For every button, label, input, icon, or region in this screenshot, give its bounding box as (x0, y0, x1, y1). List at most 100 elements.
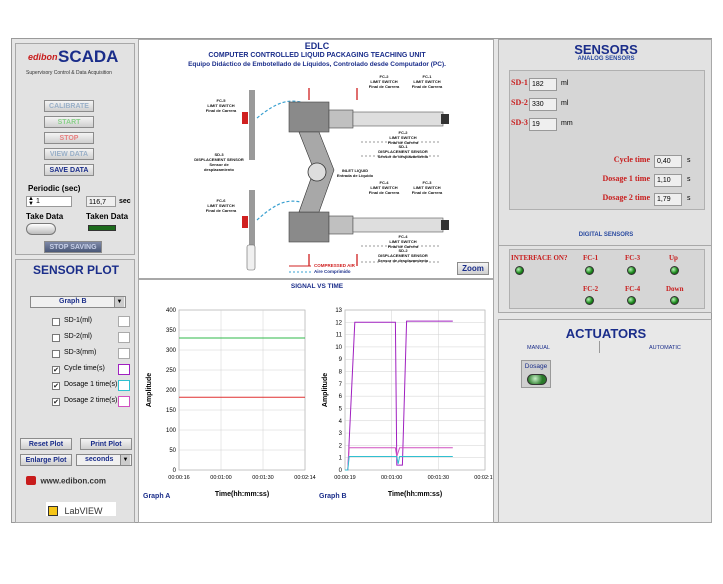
x-tick-label: 00:01:30 (252, 475, 273, 481)
label-fc2-top: FC-2 LIMIT SWITCH Final de Carrera (368, 74, 400, 89)
chevron-down-icon[interactable]: ▼ (120, 455, 130, 465)
legend-swatch-cycle (118, 364, 130, 375)
dosage2-time-label: Dosage 2 time (602, 193, 650, 202)
actuators-tab-manual[interactable]: MANUAL (527, 345, 550, 351)
stepper-arrows-icon[interactable]: ▲ ▼ (28, 196, 34, 207)
y-tick-label: 0 (339, 468, 343, 474)
label-inlet: INLET LIQUID Entrada de Líquido (336, 168, 374, 178)
lower-valve-block (288, 211, 330, 243)
dosage2-time-value: 1,79 (654, 193, 682, 206)
graph-select[interactable]: Graph B ▼ (30, 296, 126, 308)
y-tick-label: 50 (169, 448, 176, 454)
stop-button[interactable]: STOP (44, 132, 94, 144)
units-select[interactable]: seconds ▼ (76, 454, 132, 466)
fc2-label: FC-2 (583, 285, 599, 293)
analog-sensors-subtitle: ANALOG SENSORS (577, 56, 635, 62)
enlarge-plot-button[interactable]: Enlarge Plot (20, 454, 72, 466)
labview-label: LabVIEW (64, 505, 103, 516)
dosage1-time-label: Dosage 1 time (602, 174, 650, 183)
actuators-tab-automatic[interactable]: AUTOMATIC (649, 345, 681, 351)
y-tick-label: 6 (339, 394, 343, 400)
y-tick-label: 250 (166, 368, 177, 374)
legend-label-sd1: SD-1(ml) (64, 317, 92, 324)
fc1-led (585, 266, 594, 275)
cycle-time-unit: s (687, 157, 691, 164)
bottle (246, 244, 256, 271)
taken-data-indicator (88, 225, 116, 231)
fc2-led (585, 296, 594, 305)
legend-checkbox-sd1[interactable] (52, 318, 60, 326)
legend-air-es-label: Aire Comprimido (314, 269, 351, 274)
zoom-button[interactable]: Zoom (457, 262, 489, 275)
y-tick-label: 7 (339, 382, 343, 388)
dosage-control[interactable]: Dosage (521, 360, 551, 388)
dosage-label: Dosage (524, 363, 548, 370)
interface-on-label: INTERFACE ON? (511, 254, 568, 262)
inlet-port (307, 162, 327, 182)
sd1-label: SD-1 (511, 78, 528, 87)
logo-product: SCADA (58, 47, 119, 66)
label-fc5: FC-5 LIMIT SWITCH Final de Carrera (205, 98, 237, 113)
y-tick-label: 9 (339, 357, 343, 363)
x-tick-label: 00:02:17 (474, 475, 493, 481)
legend-checkbox-cycle[interactable]: ✔ (52, 366, 60, 374)
periodic-value: 1 (36, 198, 40, 205)
legend-label-dosage2: Dosage 2 time(s) (64, 397, 118, 404)
y-tick-label: 150 (166, 408, 177, 414)
reset-plot-button[interactable]: Reset Plot (20, 438, 72, 450)
x-tick-label: 00:01:00 (210, 475, 231, 481)
save-data-button[interactable]: SAVE DATA (44, 164, 94, 176)
left-column (249, 90, 255, 160)
y-tick-label: 10 (335, 345, 342, 351)
legend-checkbox-dosage1[interactable]: ✔ (52, 382, 60, 390)
calibrate-button[interactable]: CALIBRATE (44, 100, 94, 112)
legend-checkbox-dosage2[interactable]: ✔ (52, 398, 60, 406)
legend-swatch-dosage1 (118, 380, 130, 391)
dosage1-time-value: 1,10 (654, 174, 682, 187)
chevron-down-icon[interactable]: ▼ (114, 297, 124, 307)
y-tick-label: 400 (166, 308, 177, 314)
chart-title: Graph B (319, 493, 347, 500)
logo-tagline: Supervisory Control & Data Acquisition (26, 70, 112, 76)
stop-saving-button[interactable]: STOP SAVING (44, 241, 102, 253)
take-data-toggle[interactable] (26, 223, 56, 235)
graph-b-chart: 01234567891011121300:00:19 00:01:00 00:01:… (319, 308, 493, 500)
y-tick-label: 13 (335, 308, 342, 314)
labview-icon (48, 505, 58, 516)
legend-swatch-sd1 (118, 316, 130, 327)
label-fc4-top: FC-4 LIMIT SWITCH Final de Carrera (368, 180, 400, 195)
print-plot-button[interactable]: Print Plot (80, 438, 132, 450)
view-data-button[interactable]: VIEW DATA (44, 148, 94, 160)
scada-window: edibon SCADA Supervisory Control & Data … (11, 38, 712, 523)
legend-checkbox-sd2[interactable] (52, 334, 60, 342)
graph-a-chart: 0 50 100 150 200 250 300 350 400 00:00:16 00:01:00… (143, 308, 316, 500)
legend-swatch-dosage2 (118, 396, 130, 407)
actuators-title: ACTUATORS (565, 326, 647, 341)
y-tick-label: 4 (339, 419, 343, 425)
cycle-time-label: Cycle time (613, 155, 650, 164)
analog-area (509, 70, 705, 210)
sd3-value: 19 (529, 118, 557, 131)
sensors-panel: SENSORS ANALOG SENSORS SD-1 182 ml SD-2 … (498, 39, 712, 259)
start-button[interactable]: START (44, 116, 94, 128)
legend-checkbox-sd3[interactable] (52, 350, 60, 358)
interface-led (515, 266, 524, 275)
upper-cylinder-end (441, 114, 449, 124)
logo: edibon SCADA Supervisory Control & Data … (26, 47, 126, 80)
sd2-unit: ml (561, 100, 569, 107)
units-select-value: seconds (85, 456, 114, 463)
fc1-label: FC-1 (583, 254, 599, 262)
y-tick-label: 8 (339, 370, 343, 376)
dosage-toggle[interactable] (527, 374, 547, 385)
y-tick-label: 11 (336, 333, 343, 339)
y-tick-label: 100 (166, 428, 177, 434)
signal-panel: SIGNAL VS TIME 0 50 100 150 200 250 300 350 400 0… (138, 279, 494, 523)
periodic-stepper[interactable]: ▲ ▼ 1 (26, 196, 72, 207)
legend-list: SD-1(ml) SD-2(ml) SD-3(mm) ✔ Cycle time(… (18, 312, 136, 408)
sensors-title: SENSORS (574, 42, 638, 57)
sensor-plot-title: SENSOR PLOT (32, 263, 119, 277)
label-sd2: SD-2 DISPLACEMENT SENSOR Sensor de desplaz… (377, 248, 429, 263)
edibon-logo: www.edibon.com (26, 472, 106, 490)
legend-label-sd2: SD-2(ml) (64, 333, 92, 340)
upper-cylinder-head (328, 109, 354, 129)
